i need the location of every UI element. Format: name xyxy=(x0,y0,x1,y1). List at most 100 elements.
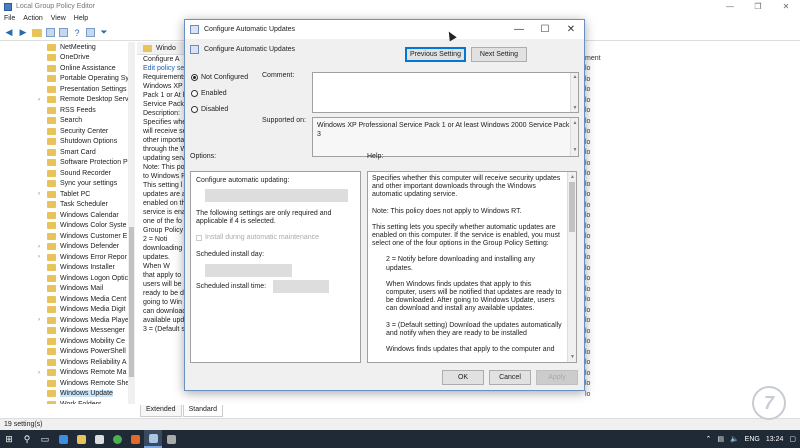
menu-view[interactable]: View xyxy=(51,13,66,25)
comment-scrollbar[interactable]: ▲ ▼ xyxy=(570,73,578,112)
chrome-icon[interactable] xyxy=(108,430,126,448)
tree-item[interactable]: › Tablet PC xyxy=(0,189,136,200)
expand-arrow-icon[interactable]: › xyxy=(38,317,40,323)
app-icon-orange[interactable] xyxy=(126,430,144,448)
show-hide-tree-icon[interactable] xyxy=(46,28,55,37)
cancel-button[interactable]: Cancel xyxy=(489,370,531,385)
help-scroll-thumb[interactable] xyxy=(569,182,575,232)
clock[interactable]: 13:24 xyxy=(766,436,784,443)
start-button-windows-icon[interactable]: ⊞ xyxy=(0,430,18,448)
menu-action[interactable]: Action xyxy=(23,13,42,25)
radio-dot-disabled[interactable] xyxy=(191,106,198,113)
tree-item[interactable]: › Windows Defender xyxy=(0,242,136,253)
checkbox-box[interactable] xyxy=(196,235,202,241)
tree-item[interactable]: Windows Remote She xyxy=(0,378,136,389)
radio-dot-enabled[interactable] xyxy=(191,90,198,97)
previous-setting-button[interactable]: Previous Setting xyxy=(405,47,466,62)
scroll-up-icon[interactable]: ▲ xyxy=(571,74,579,80)
app-icon-gray[interactable] xyxy=(162,430,180,448)
tree-scrollbar[interactable] xyxy=(128,42,135,404)
notification-icon[interactable]: ▢ xyxy=(789,435,796,443)
help-scrollbar[interactable]: ▲ ▼ xyxy=(567,172,576,362)
tree-item[interactable]: Presentation Settings xyxy=(0,84,136,95)
tree-item[interactable]: › Windows Remote Ma xyxy=(0,368,136,379)
tree-item[interactable]: › Windows Media Playe xyxy=(0,315,136,326)
expand-arrow-icon[interactable]: › xyxy=(38,370,40,376)
help-scroll-down-icon[interactable]: ▼ xyxy=(568,353,576,361)
scroll-down-icon[interactable]: ▼ xyxy=(571,146,579,155)
tree-item[interactable]: › Remote Desktop Serv xyxy=(0,95,136,106)
tree-item[interactable]: RSS Feeds xyxy=(0,105,136,116)
network-icon[interactable]: ▤ xyxy=(717,435,724,443)
tray-up-icon[interactable]: ⌃ xyxy=(705,435,711,443)
tree-item[interactable]: Windows Messenger xyxy=(0,326,136,337)
expand-arrow-icon[interactable]: › xyxy=(38,191,40,197)
supported-scrollbar[interactable]: ▲ ▼ xyxy=(570,118,578,156)
tree-item[interactable]: Windows Mail xyxy=(0,284,136,295)
radio-disabled[interactable]: Disabled xyxy=(191,106,228,113)
edge-browser-icon[interactable] xyxy=(54,430,72,448)
expand-arrow-icon[interactable]: › xyxy=(38,254,40,260)
tree-item[interactable]: Windows Update xyxy=(0,389,136,400)
ok-button[interactable]: OK xyxy=(442,370,484,385)
tree-item[interactable]: Work Folders xyxy=(0,399,136,404)
dialog-maximize-button[interactable]: ☐ xyxy=(532,20,558,39)
minimize-button[interactable]: — xyxy=(716,0,744,13)
file-explorer-icon[interactable] xyxy=(72,430,90,448)
next-setting-button[interactable]: Next Setting xyxy=(471,47,527,62)
tree-item[interactable]: Windows PowerShell xyxy=(0,347,136,358)
tree-item[interactable]: Windows Media Cent xyxy=(0,294,136,305)
scroll-down-icon[interactable]: ▼ xyxy=(571,105,579,111)
radio-dot-not-configured[interactable] xyxy=(191,74,198,81)
install-maintenance-checkbox[interactable]: Install during automatic maintenance xyxy=(196,234,319,242)
scroll-up-icon[interactable]: ▲ xyxy=(571,119,579,128)
tab-standard[interactable]: Standard xyxy=(182,405,224,417)
tab-extended[interactable]: Extended xyxy=(140,405,182,417)
expand-arrow-icon[interactable]: › xyxy=(38,244,40,250)
language-indicator[interactable]: ENG xyxy=(745,436,760,443)
tree-item[interactable]: Windows Color Syste xyxy=(0,221,136,232)
tree-item[interactable]: Windows Media Digit xyxy=(0,305,136,316)
gpedit-taskbar-icon[interactable] xyxy=(144,430,162,448)
dialog-minimize-button[interactable]: — xyxy=(506,20,532,39)
tree-item[interactable]: Online Assistance xyxy=(0,63,136,74)
tree-item[interactable]: Windows Reliability A xyxy=(0,357,136,368)
close-button[interactable]: ✕ xyxy=(772,0,800,13)
apply-button[interactable]: Apply xyxy=(536,370,578,385)
up-folder-icon[interactable] xyxy=(32,28,42,37)
menu-help[interactable]: Help xyxy=(74,13,88,25)
expand-arrow-icon[interactable]: › xyxy=(38,97,40,103)
tree-item[interactable]: Smart Card xyxy=(0,147,136,158)
tree-item[interactable]: NetMeeting xyxy=(0,42,136,53)
tree-item[interactable]: Windows Logon Optic xyxy=(0,273,136,284)
scheduled-time-dropdown[interactable] xyxy=(273,280,329,293)
scheduled-day-dropdown[interactable] xyxy=(205,264,292,277)
export-list-icon[interactable] xyxy=(59,28,68,37)
task-view-icon[interactable]: ▭ xyxy=(36,430,54,448)
filter-icon[interactable]: ⏷ xyxy=(99,27,109,38)
tree-item[interactable]: Sync your settings xyxy=(0,179,136,190)
tree-scroll-thumb[interactable] xyxy=(129,227,134,377)
back-icon[interactable]: ◀ xyxy=(4,27,14,38)
radio-enabled[interactable]: Enabled xyxy=(191,90,227,97)
forward-icon[interactable]: ▶ xyxy=(18,27,28,38)
tree-item[interactable]: Windows Calendar xyxy=(0,210,136,221)
configure-updating-dropdown[interactable] xyxy=(205,189,348,202)
dialog-close-button[interactable]: ✕ xyxy=(558,20,584,39)
comment-textarea[interactable]: ▲ ▼ xyxy=(312,72,579,113)
tree-item[interactable]: › Windows Error Repor xyxy=(0,252,136,263)
radio-not-configured[interactable]: Not Configured xyxy=(191,74,248,81)
help-icon[interactable]: ? xyxy=(72,28,82,38)
search-icon[interactable]: ⚲ xyxy=(18,430,36,448)
volume-icon[interactable]: 🔈 xyxy=(730,435,739,443)
tree-item[interactable]: Security Center xyxy=(0,126,136,137)
menu-file[interactable]: File xyxy=(4,13,15,25)
tree-item[interactable]: Windows Customer E xyxy=(0,231,136,242)
store-icon[interactable] xyxy=(90,430,108,448)
tree-item[interactable]: OneDrive xyxy=(0,53,136,64)
tree-item[interactable]: Windows Mobility Ce xyxy=(0,336,136,347)
restore-button[interactable]: ❐ xyxy=(744,0,772,13)
tree-item[interactable]: Portable Operating Sy xyxy=(0,74,136,85)
tree-item[interactable]: Sound Recorder xyxy=(0,168,136,179)
tree-item[interactable]: Task Scheduler xyxy=(0,200,136,211)
